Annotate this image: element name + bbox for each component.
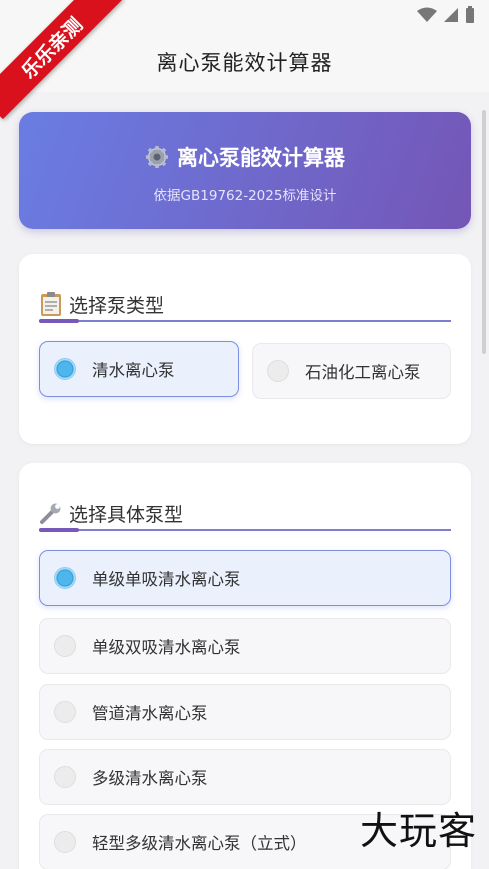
section-title-pump-category: 选择泵类型: [69, 294, 165, 317]
scrollbar[interactable]: [482, 110, 486, 354]
hero-title: 离心泵能效计算器: [177, 146, 345, 170]
option-label: 单级单吸清水离心泵: [92, 570, 241, 589]
radio-unselected[interactable]: [54, 701, 76, 723]
option-label: 轻型多级清水离心泵（立式）: [92, 834, 307, 853]
option-label: 管道清水离心泵: [92, 704, 208, 723]
option-single-stage-single-suction[interactable]: 单级单吸清水离心泵: [39, 550, 451, 606]
section-divider: [39, 319, 451, 323]
option-label: 单级双吸清水离心泵: [92, 638, 241, 657]
hero-banner: 离心泵能效计算器 依据GB19762-2025标准设计: [19, 112, 471, 229]
option-pipeline-pump[interactable]: 管道清水离心泵: [39, 684, 451, 740]
option-clear-water-pump[interactable]: 清水离心泵: [39, 341, 239, 397]
option-label: 多级清水离心泵: [92, 769, 208, 788]
gear-icon: [146, 146, 168, 168]
radio-selected[interactable]: [54, 358, 76, 380]
hero-subtitle: 依据GB19762-2025标准设计: [153, 188, 337, 204]
page-title: 离心泵能效计算器: [156, 51, 333, 75]
clipboard-icon: [41, 292, 61, 316]
section-divider: [39, 528, 451, 532]
option-label: 石油化工离心泵: [305, 363, 421, 382]
option-petrochemical-pump[interactable]: 石油化工离心泵: [252, 343, 451, 399]
signal-icon: [444, 8, 458, 22]
radio-unselected[interactable]: [54, 831, 76, 853]
wifi-icon: [417, 7, 437, 22]
watermark: 大玩客: [359, 809, 477, 853]
radio-unselected[interactable]: [54, 635, 76, 657]
option-single-stage-double-suction[interactable]: 单级双吸清水离心泵: [39, 618, 451, 674]
option-multistage-pump[interactable]: 多级清水离心泵: [39, 749, 451, 805]
radio-selected[interactable]: [54, 567, 76, 589]
battery-icon: [466, 6, 474, 23]
radio-unselected[interactable]: [267, 360, 289, 382]
section-title-pump-model: 选择具体泵型: [69, 503, 184, 526]
pump-category-card: 选择泵类型 清水离心泵 石油化工离心泵: [19, 254, 471, 444]
radio-unselected[interactable]: [54, 766, 76, 788]
option-label: 清水离心泵: [92, 361, 175, 380]
wrench-icon: [40, 503, 61, 524]
